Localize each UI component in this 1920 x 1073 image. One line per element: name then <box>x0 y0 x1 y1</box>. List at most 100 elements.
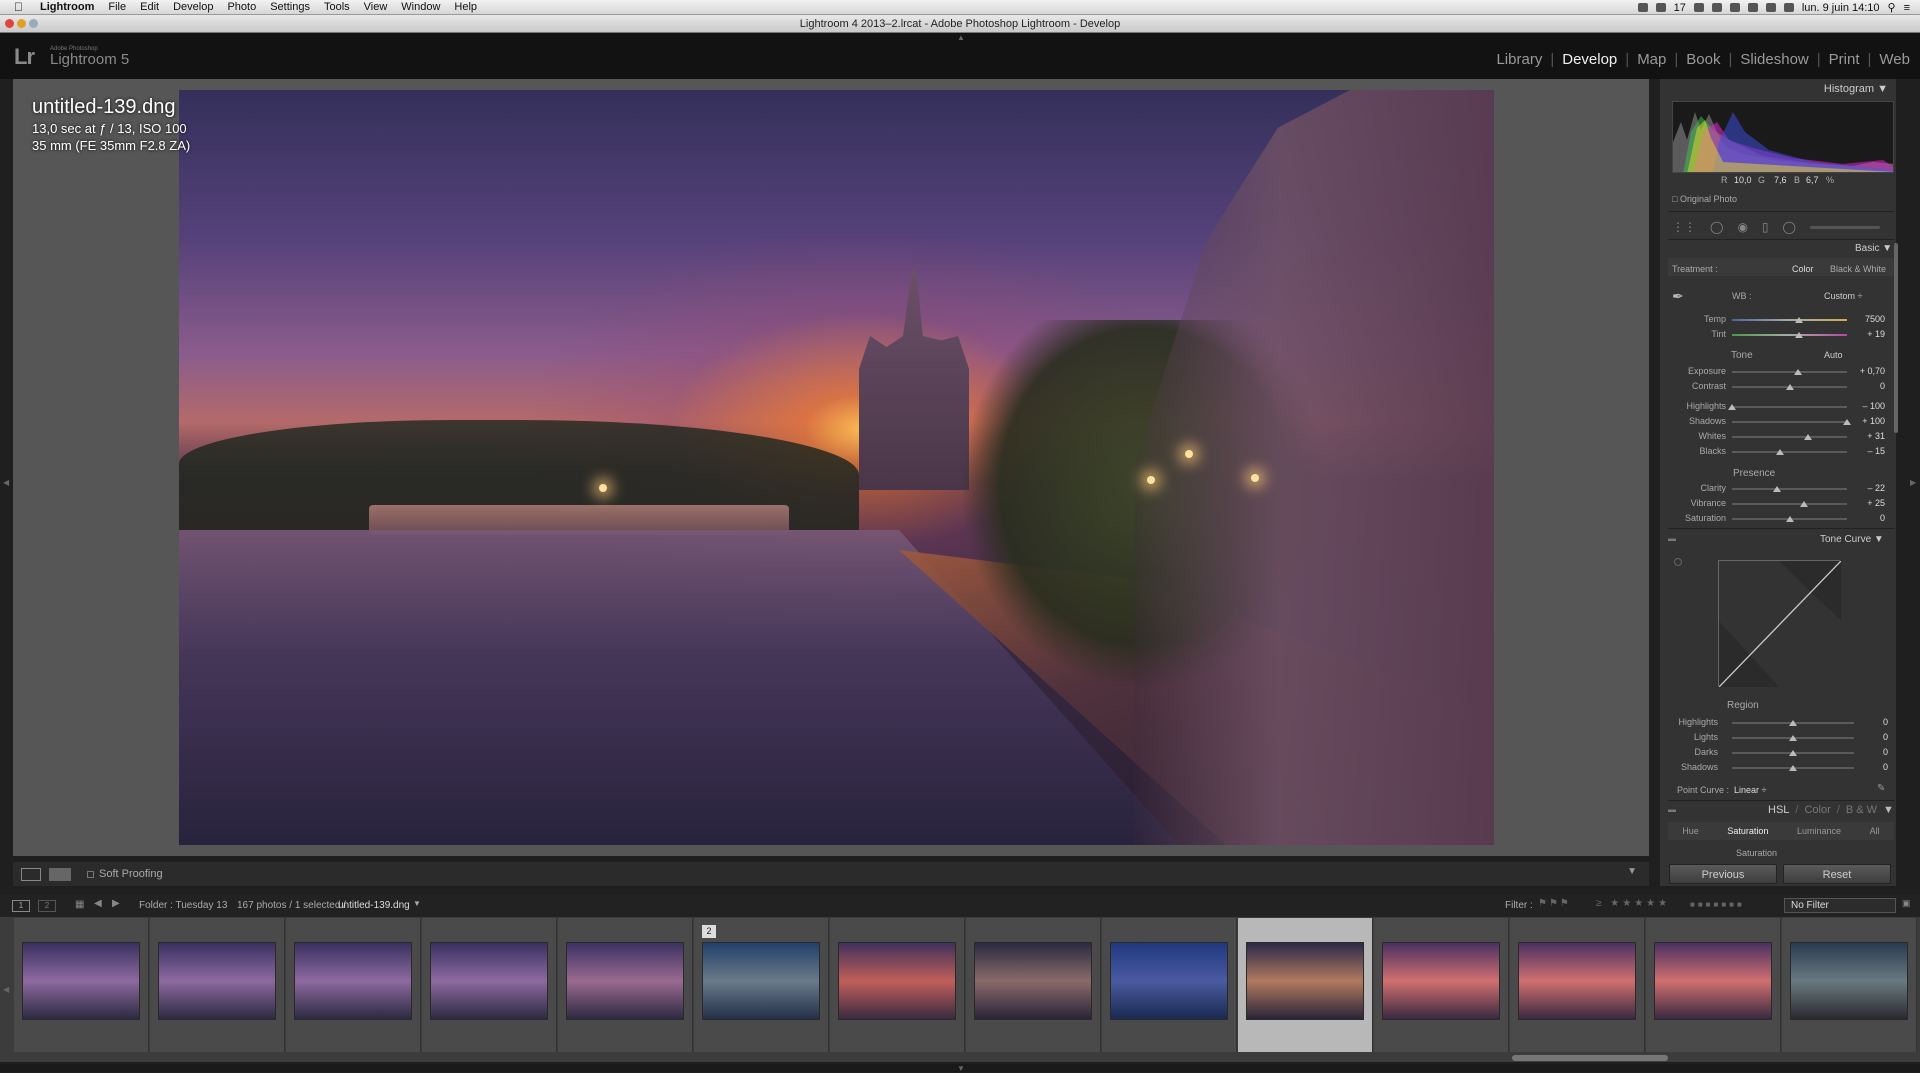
filmstrip-thumb[interactable] <box>1238 918 1373 1052</box>
back-arrow-icon[interactable]: ◀ <box>94 898 102 909</box>
loupe-view-icon[interactable] <box>21 867 41 881</box>
contrast-slider[interactable] <box>1732 384 1847 390</box>
filmstrip-thumb[interactable] <box>422 918 557 1052</box>
radial-filter-icon[interactable]: ◯ <box>1783 220 1796 234</box>
vibrance-value[interactable]: + 25 <box>1855 498 1885 508</box>
filmstrip-thumb[interactable]: 2 <box>694 918 829 1052</box>
original-photo-checkbox[interactable]: □ Original Photo <box>1672 194 1737 204</box>
saturation-slider[interactable] <box>1732 516 1847 522</box>
vibrance-slider-handle[interactable] <box>1800 501 1809 507</box>
red-eye-icon[interactable]: ◉ <box>1737 220 1747 234</box>
hsl-hue-tab[interactable]: Hue <box>1682 826 1699 836</box>
menu-window[interactable]: Window <box>401 1 440 13</box>
graduated-filter-icon[interactable]: ▯ <box>1762 220 1769 234</box>
filmstrip-thumb[interactable] <box>1374 918 1509 1052</box>
exposure-value[interactable]: + 0,70 <box>1855 366 1885 376</box>
module-slideshow[interactable]: Slideshow <box>1732 51 1816 68</box>
edit-point-curve-icon[interactable]: ✎ <box>1877 783 1885 794</box>
filmstrip-thumb[interactable] <box>1102 918 1237 1052</box>
filmstrip-thumb[interactable] <box>150 918 285 1052</box>
soft-proofing-checkbox[interactable] <box>87 870 94 878</box>
module-develop[interactable]: Develop <box>1554 51 1625 68</box>
camera-icon[interactable] <box>1655 3 1666 12</box>
region-shadows-slider-handle[interactable] <box>1789 765 1797 771</box>
filmstrip-scrollbar[interactable] <box>1512 1055 1668 1061</box>
bluetooth-icon[interactable] <box>1747 3 1758 12</box>
highlights-slider-handle[interactable] <box>1728 404 1736 410</box>
region-highlights-slider-handle[interactable] <box>1789 720 1797 726</box>
bw-tab[interactable]: B & W <box>1846 804 1877 816</box>
region-lights-slider-handle[interactable] <box>1789 735 1797 741</box>
region-shadows-value[interactable]: 0 <box>1858 762 1888 772</box>
folder-source-label[interactable]: Folder : Tuesday 13 <box>139 900 227 911</box>
menu-app-lightroom[interactable]: Lightroom <box>40 1 94 13</box>
highlights-slider[interactable] <box>1728 404 1847 410</box>
contrast-value[interactable]: 0 <box>1855 381 1885 391</box>
auto-tone-button[interactable]: Auto <box>1824 350 1843 360</box>
hsl-collapse-icon[interactable]: ▼ <box>1883 804 1894 816</box>
contrast-slider-handle[interactable] <box>1785 384 1794 390</box>
white-balance-eyedropper-icon[interactable]: ✒ <box>1672 288 1690 306</box>
crop-tool-icon[interactable]: ⋮⋮ <box>1672 220 1696 234</box>
vibrance-slider[interactable] <box>1732 501 1847 507</box>
wb-select[interactable]: Custom ÷ <box>1824 291 1862 301</box>
region-lights-slider[interactable] <box>1732 735 1854 741</box>
checkmark-icon[interactable] <box>1711 3 1722 12</box>
histogram-header[interactable]: Histogram ▼ <box>1824 83 1888 95</box>
basic-header[interactable]: Basic ▼ <box>1855 243 1892 254</box>
filter-lock-icon[interactable]: ▣ <box>1902 898 1911 909</box>
menu-settings[interactable]: Settings <box>270 1 310 13</box>
right-panel-toggle-icon[interactable]: ▶ <box>1910 478 1916 487</box>
blacks-slider[interactable] <box>1732 449 1847 455</box>
blacks-value[interactable]: – 15 <box>1855 446 1885 456</box>
filmstrip-thumb[interactable] <box>1510 918 1645 1052</box>
spot-removal-icon[interactable]: ◯ <box>1710 220 1723 234</box>
forward-arrow-icon[interactable]: ▶ <box>112 898 120 909</box>
saturation-slider-handle[interactable] <box>1785 516 1794 522</box>
right-panel-scrollbar[interactable] <box>1894 243 1898 433</box>
left-panel-toggle-icon[interactable]: ◀ <box>3 478 9 487</box>
treatment-color-button[interactable]: Color <box>1792 264 1814 274</box>
whites-value[interactable]: + 31 <box>1855 431 1885 441</box>
hsl-tab[interactable]: HSL <box>1768 804 1789 816</box>
tone-curve-header[interactable]: Tone Curve ▼ <box>1820 534 1884 545</box>
menu-photo[interactable]: Photo <box>227 1 256 13</box>
secondary-window-button[interactable]: 2 <box>38 900 56 912</box>
exposure-slider[interactable] <box>1732 369 1847 375</box>
temp-value[interactable]: 7500 <box>1855 314 1885 324</box>
tone-curve-graph[interactable] <box>1718 560 1842 688</box>
filmstrip-thumb[interactable] <box>966 918 1101 1052</box>
menu-file[interactable]: File <box>108 1 126 13</box>
module-print[interactable]: Print <box>1821 51 1868 68</box>
region-darks-slider[interactable] <box>1732 750 1854 756</box>
treatment-bw-button[interactable]: Black & White <box>1830 264 1886 274</box>
menu-help[interactable]: Help <box>454 1 477 13</box>
highlights-value[interactable]: – 100 <box>1855 401 1885 411</box>
cloud-icon[interactable] <box>1729 3 1740 12</box>
hsl-switch-icon[interactable]: ▬ <box>1668 805 1676 814</box>
module-library[interactable]: Library <box>1488 51 1550 68</box>
region-darks-slider-handle[interactable] <box>1789 750 1797 756</box>
filmstrip-thumb[interactable] <box>14 918 149 1052</box>
star-filter-icons[interactable]: ≥ ★★★★★ <box>1596 898 1670 909</box>
apple-icon[interactable]:  <box>14 0 28 14</box>
filmstrip-thumb[interactable] <box>1646 918 1781 1052</box>
color-tab[interactable]: Color <box>1804 804 1830 816</box>
module-web[interactable]: Web <box>1871 51 1910 68</box>
shadows-slider-handle[interactable] <box>1843 419 1851 425</box>
hsl-saturation-tab[interactable]: Saturation <box>1727 826 1768 836</box>
histogram[interactable] <box>1672 101 1894 173</box>
main-window-button[interactable]: 1 <box>12 900 30 912</box>
toolbar-menu-chevron-down-icon[interactable]: ▼ <box>1627 866 1637 877</box>
module-map[interactable]: Map <box>1629 51 1674 68</box>
filmstrip-thumb[interactable] <box>1782 918 1917 1052</box>
filmstrip-thumb[interactable] <box>830 918 965 1052</box>
menu-develop[interactable]: Develop <box>173 1 213 13</box>
menu-view[interactable]: View <box>364 1 388 13</box>
tint-value[interactable]: + 19 <box>1855 329 1885 339</box>
zoom-window-button[interactable] <box>29 19 38 28</box>
tone-curve-switch-icon[interactable]: ▬ <box>1668 534 1676 543</box>
region-highlights-slider[interactable] <box>1732 720 1854 726</box>
battery-count[interactable]: 17 <box>1674 2 1686 14</box>
whites-slider-handle[interactable] <box>1803 434 1812 440</box>
